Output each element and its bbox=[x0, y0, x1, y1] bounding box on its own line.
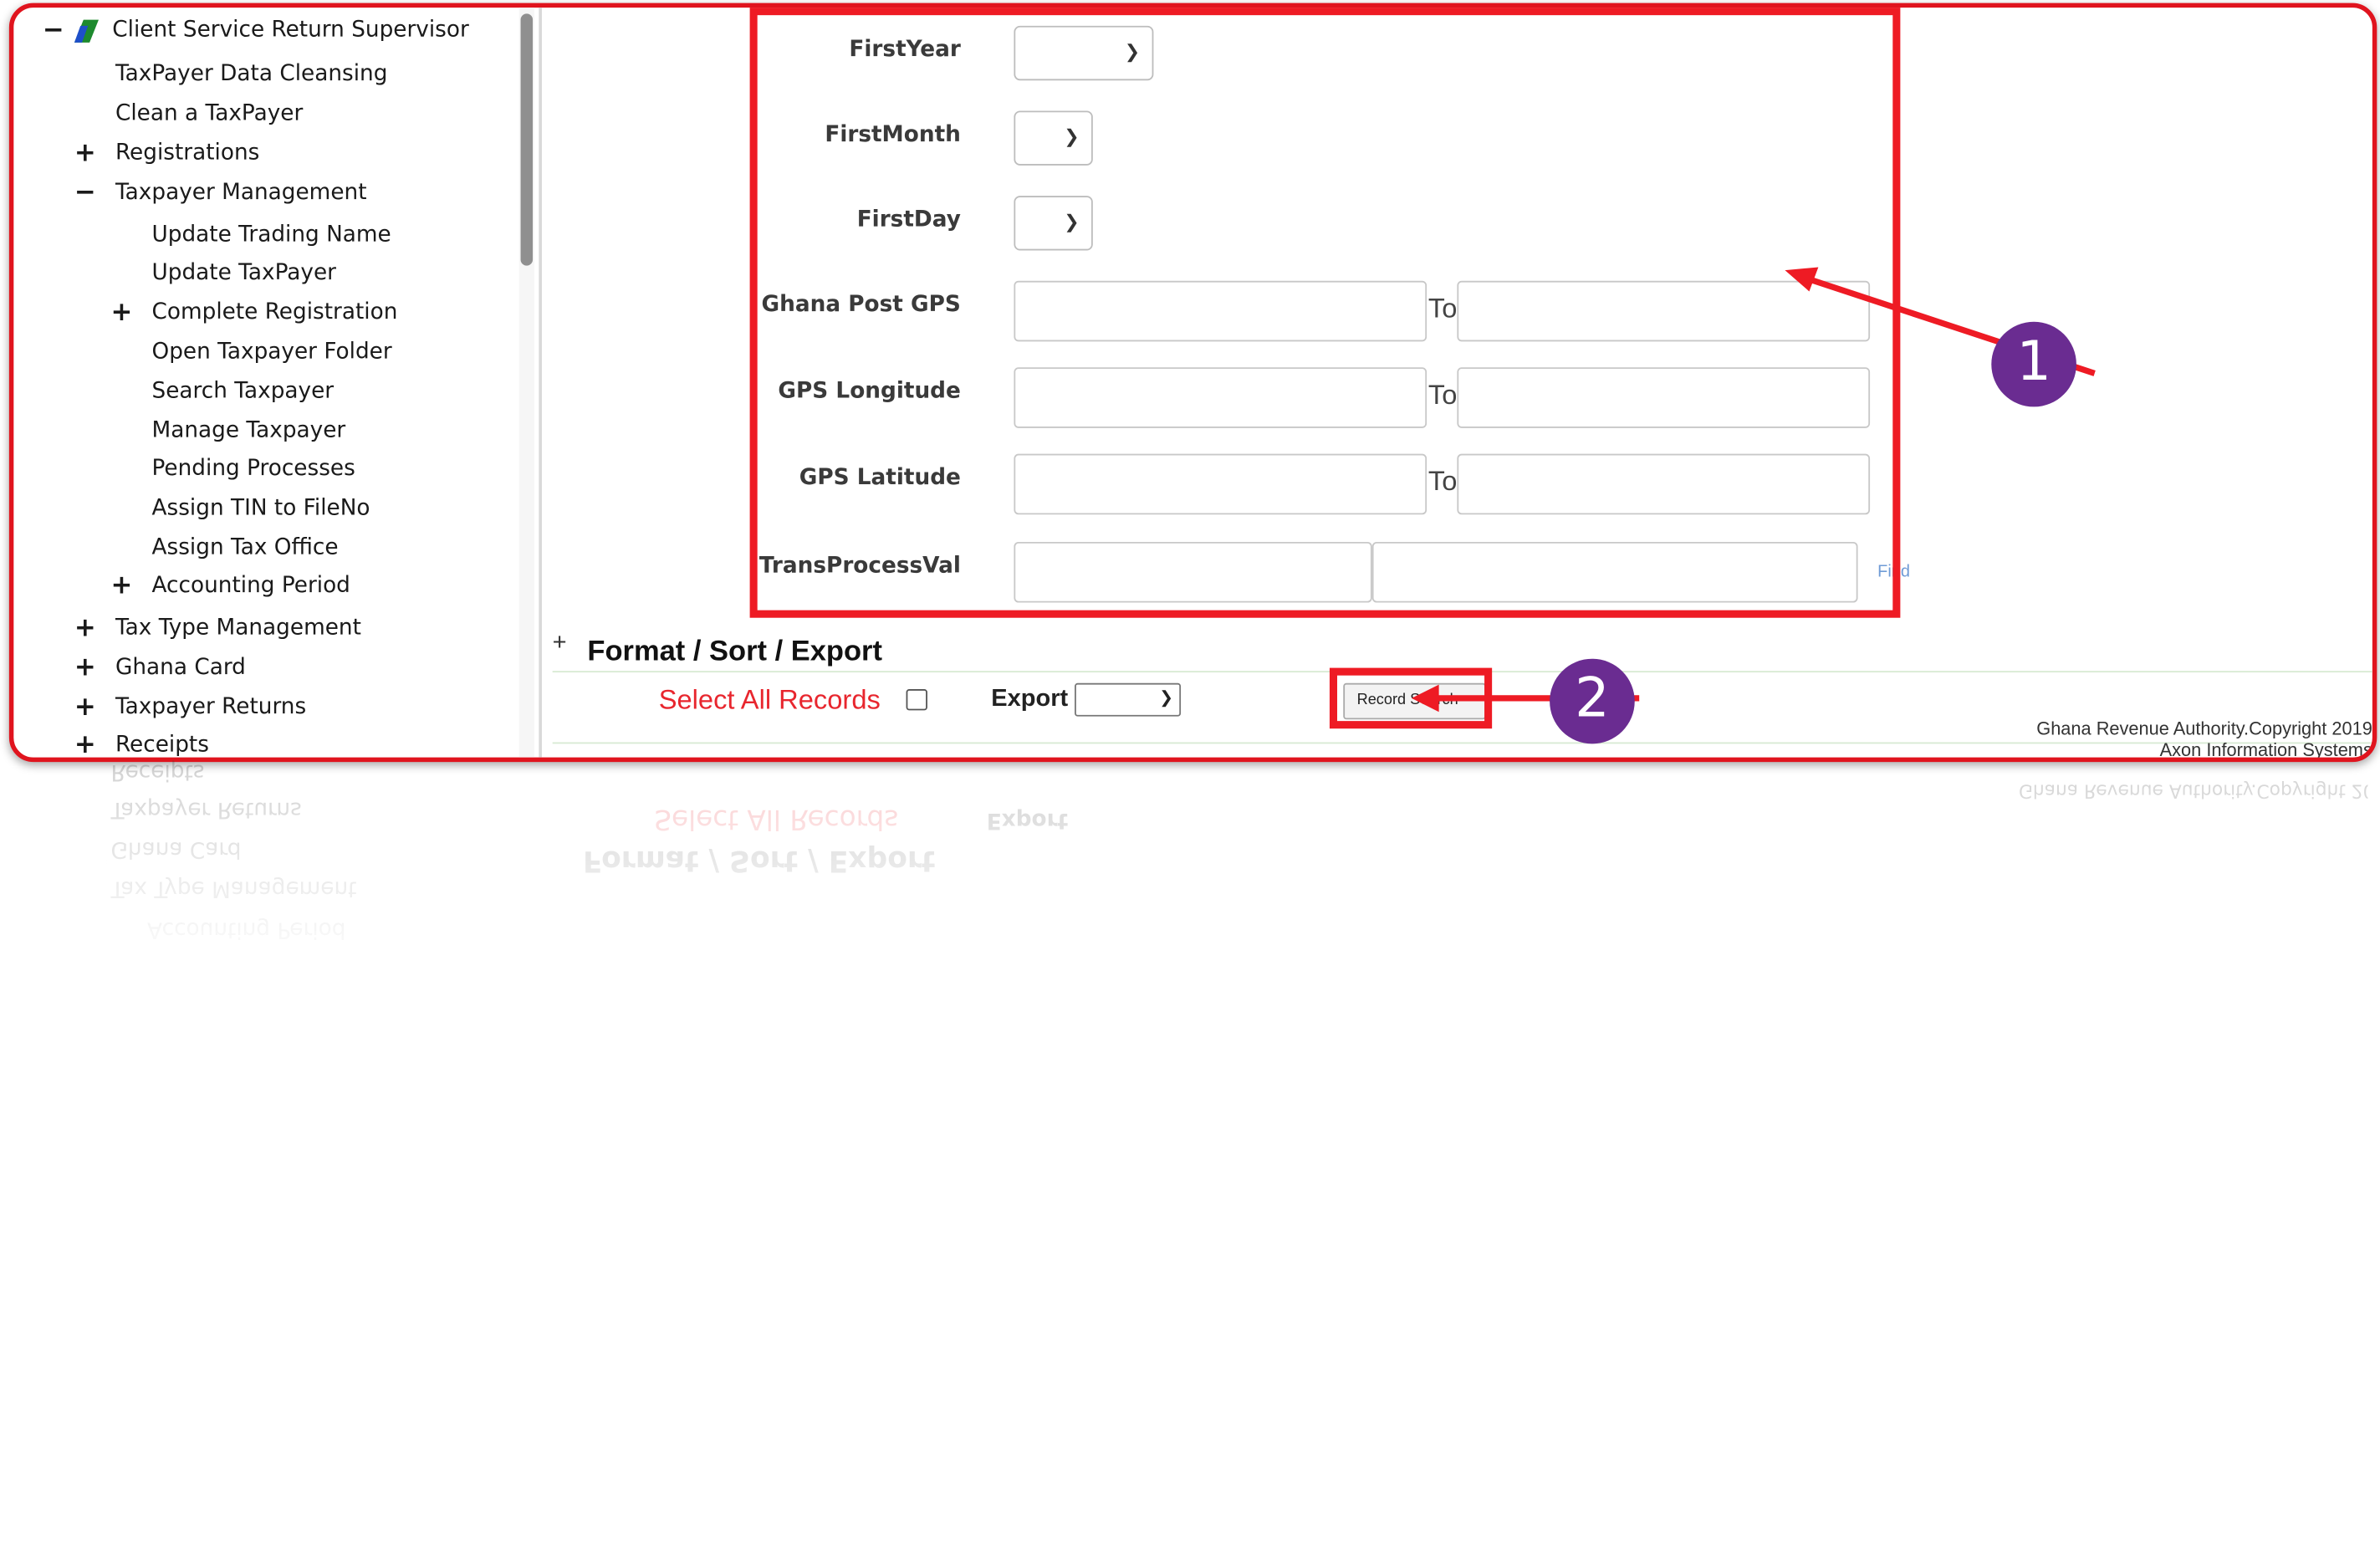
callout-two-badge: 2 bbox=[1550, 658, 1635, 744]
reflection-content: Receipts Taxpayer Returns Ghana Card Tax… bbox=[9, 759, 2367, 972]
reflection-taxpayer-returns: Taxpayer Returns bbox=[110, 796, 302, 821]
screenshot-stage: − Client Service Return Supervisor + − +… bbox=[0, 0, 2380, 1548]
reflection-export: Export bbox=[986, 807, 1069, 832]
reflection-tax-type-management: Tax Type Management bbox=[110, 876, 357, 901]
arrow-two-head bbox=[1411, 684, 1439, 713]
reflection-format-title: Format / Sort / Export bbox=[582, 844, 936, 878]
reflection-fade bbox=[8, 759, 2368, 972]
reflection-select-all: Select All Records bbox=[654, 803, 899, 835]
reflection-accounting-period: Accounting Period bbox=[147, 917, 346, 942]
window-reflection: Receipts Taxpayer Returns Ghana Card Tax… bbox=[8, 759, 2368, 972]
arrow-one-head bbox=[1785, 267, 1819, 292]
callout-one-badge: 1 bbox=[1991, 321, 2076, 407]
reflection-ghana-card: Ghana Card bbox=[110, 836, 242, 861]
